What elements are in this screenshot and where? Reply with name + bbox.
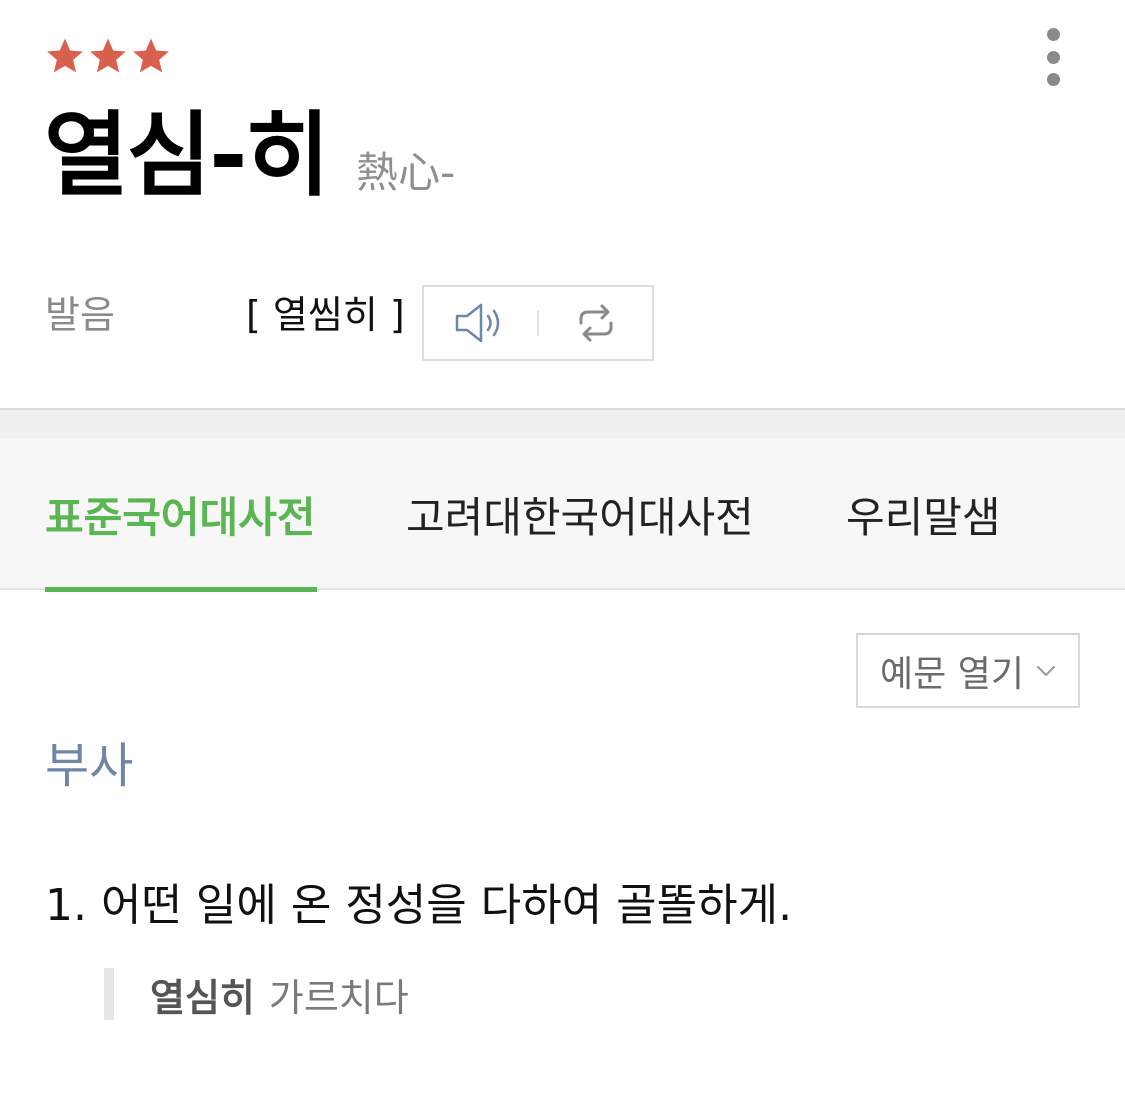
- headword: 열심-히: [44, 102, 330, 209]
- star-icon: [47, 38, 83, 73]
- speaker-icon: [455, 303, 499, 343]
- entry-header: 열심-히 熱心-: [44, 110, 455, 202]
- tab-korea-univ-dictionary[interactable]: 고려대한국어대사전: [406, 438, 754, 590]
- more-options-button[interactable]: [1035, 24, 1071, 90]
- pronunciation-text: [ 열씸히 ]: [246, 293, 405, 337]
- more-dot: [1046, 28, 1060, 41]
- star-icon: [90, 38, 126, 73]
- example-highlight-word: 열심히: [150, 975, 255, 1020]
- example-rest: 가르치다: [268, 975, 409, 1020]
- pronunciation-label: 발음: [45, 293, 115, 337]
- dictionary-tabs: 표준국어대사전 고려대한국어대사전 우리말샘: [0, 438, 1125, 592]
- hanja-origin: 熱心-: [356, 148, 456, 197]
- part-of-speech: 부사: [45, 738, 134, 794]
- show-examples-button[interactable]: 예문 열기: [856, 633, 1080, 708]
- chevron-down-icon: [1036, 665, 1055, 676]
- tab-standard-dictionary[interactable]: 표준국어대사전: [45, 438, 317, 592]
- definition-text: 1. 어떤 일에 온 정성을 다하여 골똘하게.: [45, 880, 793, 931]
- repeat-icon: [579, 304, 612, 342]
- more-dot: [1046, 73, 1060, 86]
- play-pronunciation-button[interactable]: [424, 287, 537, 359]
- importance-rating: [45, 36, 171, 76]
- pronunciation-controls: [422, 285, 654, 361]
- repeat-pronunciation-button[interactable]: [539, 287, 652, 359]
- example-sentence: 열심히 가르치다: [104, 968, 409, 1020]
- section-divider: [0, 408, 1125, 438]
- tab-urimalsaem[interactable]: 우리말샘: [846, 438, 1001, 590]
- show-examples-label: 예문 열기: [880, 653, 1024, 695]
- more-dot: [1046, 50, 1060, 64]
- star-icon: [133, 38, 169, 73]
